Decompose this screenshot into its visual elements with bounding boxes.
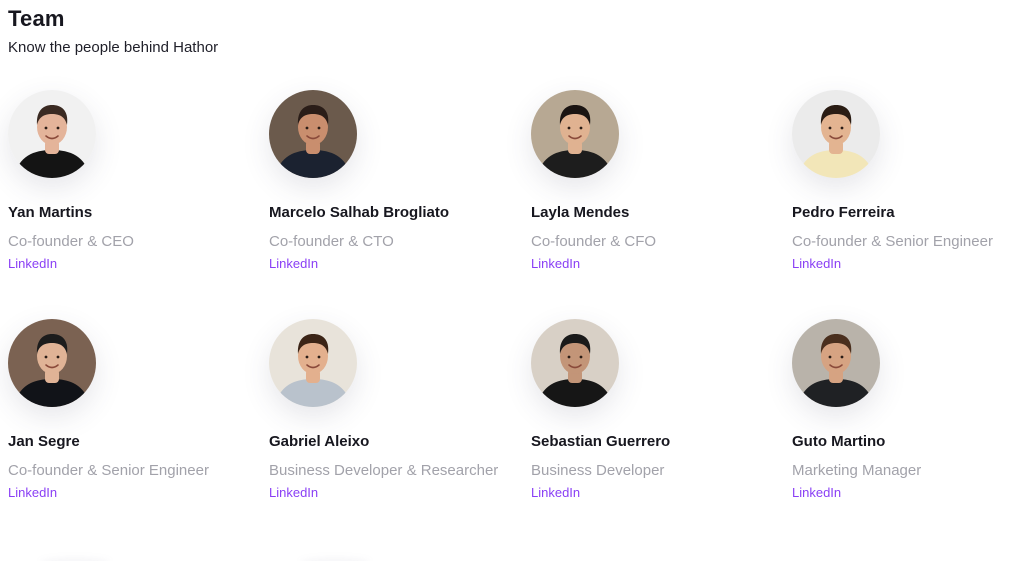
linkedin-link[interactable]: LinkedIn [792, 255, 841, 273]
linkedin-link[interactable]: LinkedIn [531, 255, 580, 273]
avatar [8, 90, 96, 178]
member-role: Co-founder & Senior Engineer [792, 233, 993, 250]
member-name: Sebastian Guerrero [531, 433, 671, 450]
eye [567, 355, 571, 359]
person-photo-icon [8, 90, 96, 178]
person-photo-icon [531, 319, 619, 407]
section-subtitle: Know the people behind Hathor [8, 39, 219, 56]
member-role: Co-founder & CEO [8, 233, 134, 250]
person-photo-icon [269, 90, 357, 178]
member-role: Business Developer & Researcher [269, 462, 499, 479]
person-photo-icon [792, 319, 880, 407]
member-name: Yan Martins [8, 204, 93, 221]
team-member-card: Marcelo Salhab Brogliato Co-founder & CT… [269, 90, 531, 319]
avatar [531, 90, 619, 178]
eye [828, 355, 832, 359]
eye [56, 355, 60, 359]
eye [579, 126, 583, 130]
eye [840, 355, 844, 359]
eye [828, 126, 832, 130]
member-role: Business Developer [531, 462, 665, 479]
linkedin-link[interactable]: LinkedIn [269, 484, 318, 502]
member-role: Co-founder & CTO [269, 233, 394, 250]
member-name: Marcelo Salhab Brogliato [269, 204, 450, 221]
member-name: Pedro Ferreira [792, 204, 895, 221]
eye [305, 355, 309, 359]
eye [317, 126, 321, 130]
eye [579, 355, 583, 359]
person-photo-icon [8, 319, 96, 407]
team-member-card: Layla Mendes Co-founder & CFO LinkedIn [531, 90, 792, 319]
member-name: Layla Mendes [531, 204, 630, 221]
eye [840, 126, 844, 130]
avatar [792, 90, 880, 178]
member-name: Gabriel Aleixo [269, 433, 370, 450]
team-member-card: Gabriel Aleixo Business Developer & Rese… [269, 319, 531, 549]
avatar [531, 319, 619, 407]
person-photo-icon [269, 319, 357, 407]
team-member-card: Guto Martino Marketing Manager LinkedIn [792, 319, 1024, 549]
next-row-avatar-shadow [40, 557, 110, 561]
avatar [269, 319, 357, 407]
avatar [269, 90, 357, 178]
linkedin-link[interactable]: LinkedIn [531, 484, 580, 502]
member-name: Guto Martino [792, 433, 886, 450]
member-name: Jan Segre [8, 433, 80, 450]
member-role: Co-founder & Senior Engineer [8, 462, 209, 479]
eye [44, 126, 48, 130]
team-section: Team Know the people behind Hathor Yan M… [0, 0, 1024, 561]
eye [317, 355, 321, 359]
eye [567, 126, 571, 130]
member-role: Co-founder & CFO [531, 233, 657, 250]
next-row-avatar-shadow [300, 557, 370, 561]
team-member-card: Yan Martins Co-founder & CEO LinkedIn [8, 90, 269, 319]
eye [305, 126, 309, 130]
team-grid: Yan Martins Co-founder & CEO LinkedIn Ma… [8, 90, 1024, 549]
eye [56, 126, 60, 130]
avatar [792, 319, 880, 407]
person-photo-icon [531, 90, 619, 178]
member-role: Marketing Manager [792, 462, 922, 479]
linkedin-link[interactable]: LinkedIn [792, 484, 841, 502]
linkedin-link[interactable]: LinkedIn [8, 484, 57, 502]
team-member-card: Pedro Ferreira Co-founder & Senior Engin… [792, 90, 1024, 319]
team-member-card: Jan Segre Co-founder & Senior Engineer L… [8, 319, 269, 549]
avatar [8, 319, 96, 407]
linkedin-link[interactable]: LinkedIn [8, 255, 57, 273]
team-member-card: Sebastian Guerrero Business Developer Li… [531, 319, 792, 549]
eye [44, 355, 48, 359]
section-title: Team [8, 6, 65, 31]
linkedin-link[interactable]: LinkedIn [269, 255, 318, 273]
person-photo-icon [792, 90, 880, 178]
